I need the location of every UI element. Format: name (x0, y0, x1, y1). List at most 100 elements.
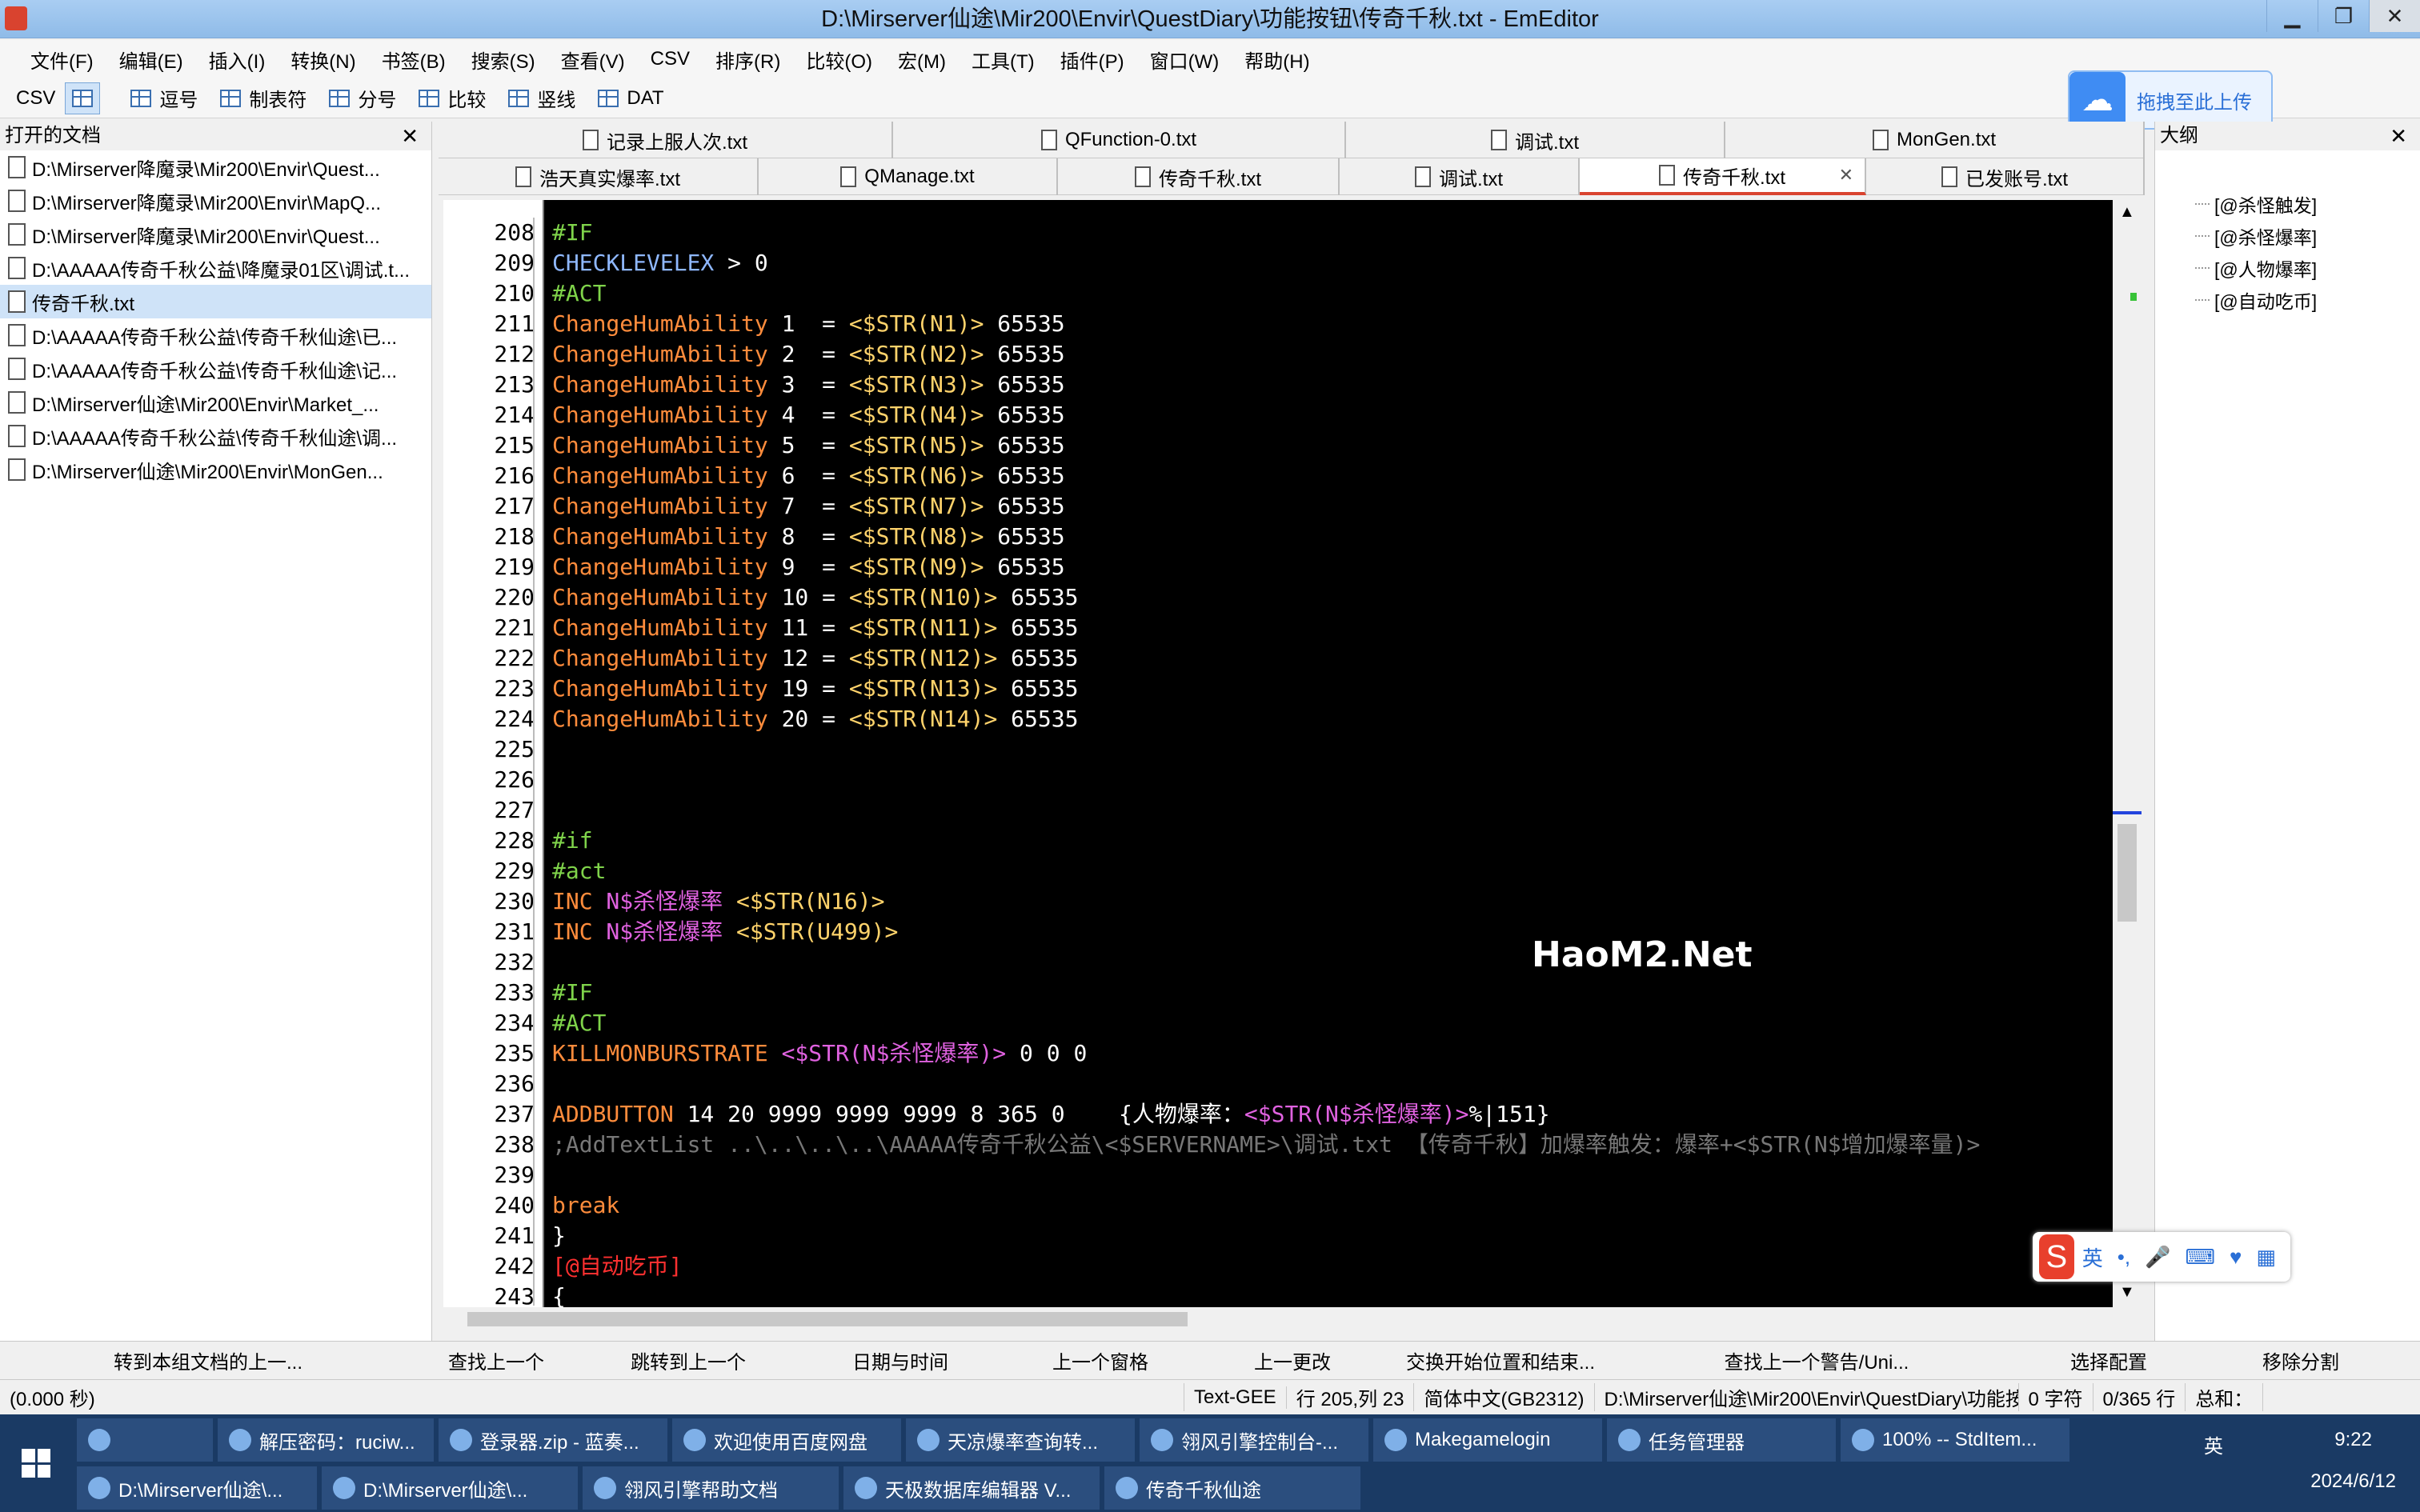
close-icon[interactable]: ✕ (1839, 165, 1853, 186)
menu-help[interactable]: 帮助(H) (1244, 46, 1309, 74)
taskbar-item[interactable]: 100% -- StdItem... (1841, 1418, 2069, 1462)
taskbar-item[interactable]: 翎风引擎帮助文档 (583, 1466, 839, 1510)
tab-mongen[interactable]: MonGen.txt (1725, 122, 2145, 158)
menu-insert[interactable]: 插入(I) (209, 46, 266, 74)
status-position[interactable]: 行 205,列 23 (1287, 1383, 1415, 1411)
cmd-swap-anchor[interactable]: 交换开始位置和结束... (1384, 1346, 1617, 1374)
pipe-button[interactable]: 竖线 (508, 84, 575, 112)
tab-qfunction[interactable]: QFunction-0.txt (893, 122, 1346, 158)
ime-lang[interactable]: 英 (2082, 1242, 2103, 1272)
close-icon[interactable]: ✕ (2390, 122, 2407, 150)
outline-item[interactable]: [@杀怪触发] (2195, 190, 2420, 222)
scroll-down-icon[interactable]: ▼ (2119, 1283, 2135, 1302)
keyboard-icon[interactable]: ⌨ (2185, 1245, 2215, 1270)
outline-item[interactable]: [@自动吃币] (2195, 286, 2420, 318)
taskbar-item[interactable]: 登录器.zip - 蓝奏... (439, 1418, 667, 1462)
code-token: %|151} (1468, 1101, 1550, 1127)
scroll-thumb[interactable] (467, 1312, 1188, 1326)
doc-item[interactable]: D:\AAAAA传奇千秋公益\传奇千秋仙途\已... (0, 318, 431, 352)
tab-qmanage[interactable]: QManage.txt (759, 158, 1058, 195)
semicolon-button[interactable]: 分号 (329, 84, 396, 112)
taskbar-item[interactable]: 翎风引擎控制台-... (1140, 1418, 1368, 1462)
tab-drop-rate[interactable]: 浩天真实爆率.txt (439, 158, 759, 195)
taskbar-item[interactable]: 解压密码：ruciw... (218, 1418, 434, 1462)
cmd-select-config[interactable]: 选择配置 (2017, 1346, 2201, 1374)
scroll-up-icon[interactable]: ▲ (2119, 203, 2135, 222)
doc-item[interactable]: D:\AAAAA传奇千秋公益\传奇千秋仙途\记... (0, 352, 431, 386)
menu-compare[interactable]: 比较(O) (806, 46, 872, 74)
comma-button[interactable]: 逗号 (130, 84, 198, 112)
menu-search[interactable]: 搜索(S) (471, 46, 535, 74)
doc-item-selected[interactable]: 传奇千秋.txt (0, 285, 431, 318)
status-encoding[interactable]: 简体中文(GB2312) (1414, 1383, 1595, 1411)
cmd-date-time[interactable]: 日期与时间 (800, 1346, 1000, 1374)
code-editor[interactable]: 208 209 210 211 212 213 214 215 216 217 … (443, 200, 2113, 1307)
menu-file[interactable]: 文件(F) (30, 46, 94, 74)
taskbar-pinned-icon[interactable] (77, 1418, 213, 1462)
tab-debug-2[interactable]: 调试.txt (1340, 158, 1580, 195)
grid-icon[interactable]: ▦ (2256, 1245, 2276, 1270)
doc-item[interactable]: D:\Mirserver仙途\Mir200\Envir\MonGen... (0, 453, 431, 486)
doc-item[interactable]: D:\Mirserver降魔录\Mir200\Envir\Quest... (0, 218, 431, 251)
maximize-button[interactable]: ❐ (2318, 0, 2369, 32)
compare-button[interactable]: 比较 (419, 84, 486, 112)
taskbar-item[interactable]: D:\Mirserver仙途\... (322, 1466, 578, 1510)
doc-item[interactable]: D:\AAAAA传奇千秋公益\降魔录01区\调试.t... (0, 251, 431, 285)
cmd-find-prev[interactable]: 查找上一个 (416, 1346, 576, 1374)
tab-chuanqi[interactable]: 传奇千秋.txt (1058, 158, 1340, 195)
menu-bookmark[interactable]: 书签(B) (382, 46, 446, 74)
doc-item[interactable]: D:\Mirserver降魔录\Mir200\Envir\Quest... (0, 150, 431, 184)
doc-item[interactable]: D:\Mirserver降魔录\Mir200\Envir\MapQ... (0, 184, 431, 218)
tab-separator-button[interactable]: 制表符 (220, 84, 307, 112)
doc-item[interactable]: D:\AAAAA传奇千秋公益\传奇千秋仙途\调... (0, 419, 431, 453)
taskbar-item[interactable]: 任务管理器 (1607, 1418, 1836, 1462)
punct-icon[interactable]: •, (2118, 1245, 2130, 1270)
outline-item[interactable]: [@杀怪爆率] (2195, 222, 2420, 254)
clock-date[interactable]: 2024/6/12 (2310, 1470, 2396, 1493)
menu-plugins[interactable]: 插件(P) (1060, 46, 1124, 74)
ime-toolbar[interactable]: S 英 •, 🎤 ⌨ ♥ ▦ (2033, 1232, 2290, 1282)
menu-sort[interactable]: 排序(R) (715, 46, 780, 74)
cmd-prev-doc[interactable]: 转到本组文档的上一... (0, 1346, 416, 1374)
clock-time[interactable]: 9:22 (2334, 1429, 2372, 1451)
tab-accounts[interactable]: 已发账号.txt (1866, 158, 2145, 195)
tab-debug[interactable]: 调试.txt (1346, 122, 1725, 158)
menu-window[interactable]: 窗口(W) (1150, 46, 1220, 74)
scroll-thumb[interactable] (2118, 824, 2137, 922)
tray-lang[interactable]: 英 (2204, 1430, 2223, 1458)
drag-upload-widget[interactable]: ☁ 拖拽至此上传 (2068, 70, 2273, 130)
outline-item[interactable]: [@人物爆率] (2195, 254, 2420, 286)
status-mode[interactable]: Text-GEE (1184, 1386, 1287, 1409)
menu-csv[interactable]: CSV (651, 48, 690, 70)
cmd-remove-split[interactable]: 移除分割 (2201, 1346, 2401, 1374)
menu-macro[interactable]: 宏(M) (898, 46, 946, 74)
taskbar-item[interactable]: Makegamelogin (1373, 1418, 1602, 1462)
close-button[interactable]: ✕ (2369, 0, 2420, 32)
taskbar-item[interactable]: 天凉爆率查询转... (906, 1418, 1135, 1462)
doc-item[interactable]: D:\Mirserver仙途\Mir200\Envir\Market_... (0, 386, 431, 419)
taskbar-item[interactable]: 欢迎使用百度网盘 (672, 1418, 901, 1462)
taskbar-item[interactable]: 天极数据库编辑器 V... (843, 1466, 1100, 1510)
minimize-button[interactable]: ▁ (2266, 0, 2318, 32)
menu-convert[interactable]: 转换(N) (290, 46, 355, 74)
cmd-prev-change[interactable]: 上一更改 (1200, 1346, 1384, 1374)
taskbar-item[interactable]: 传奇千秋仙途 (1104, 1466, 1360, 1510)
taskbar-item[interactable]: D:\Mirserver仙途\... (77, 1466, 317, 1510)
tab-record[interactable]: 记录上服人次.txt (439, 122, 893, 158)
menu-tools[interactable]: 工具(T) (972, 46, 1035, 74)
cmd-jump-prev[interactable]: 跳转到上一个 (576, 1346, 800, 1374)
cmd-find-prev-warning[interactable]: 查找上一个警告/Uni... (1617, 1346, 2017, 1374)
menu-view[interactable]: 查看(V) (561, 46, 625, 74)
menu-edit[interactable]: 编辑(E) (119, 46, 183, 74)
code-token: #if (552, 827, 593, 854)
close-icon[interactable]: ✕ (401, 122, 419, 150)
mic-icon[interactable]: 🎤 (2145, 1245, 2170, 1270)
tab-chuanqi-active[interactable]: 传奇千秋.txt ✕ (1580, 158, 1866, 195)
horizontal-scrollbar[interactable] (443, 1307, 2113, 1331)
vertical-scrollbar[interactable]: ▲ ▼ (2113, 200, 2142, 1307)
csv-mode-button[interactable] (65, 82, 101, 114)
skin-icon[interactable]: ♥ (2230, 1245, 2242, 1270)
dat-button[interactable]: DAT (598, 87, 664, 110)
start-button[interactable] (0, 1414, 72, 1512)
cmd-prev-pane[interactable]: 上一个窗格 (1000, 1346, 1200, 1374)
